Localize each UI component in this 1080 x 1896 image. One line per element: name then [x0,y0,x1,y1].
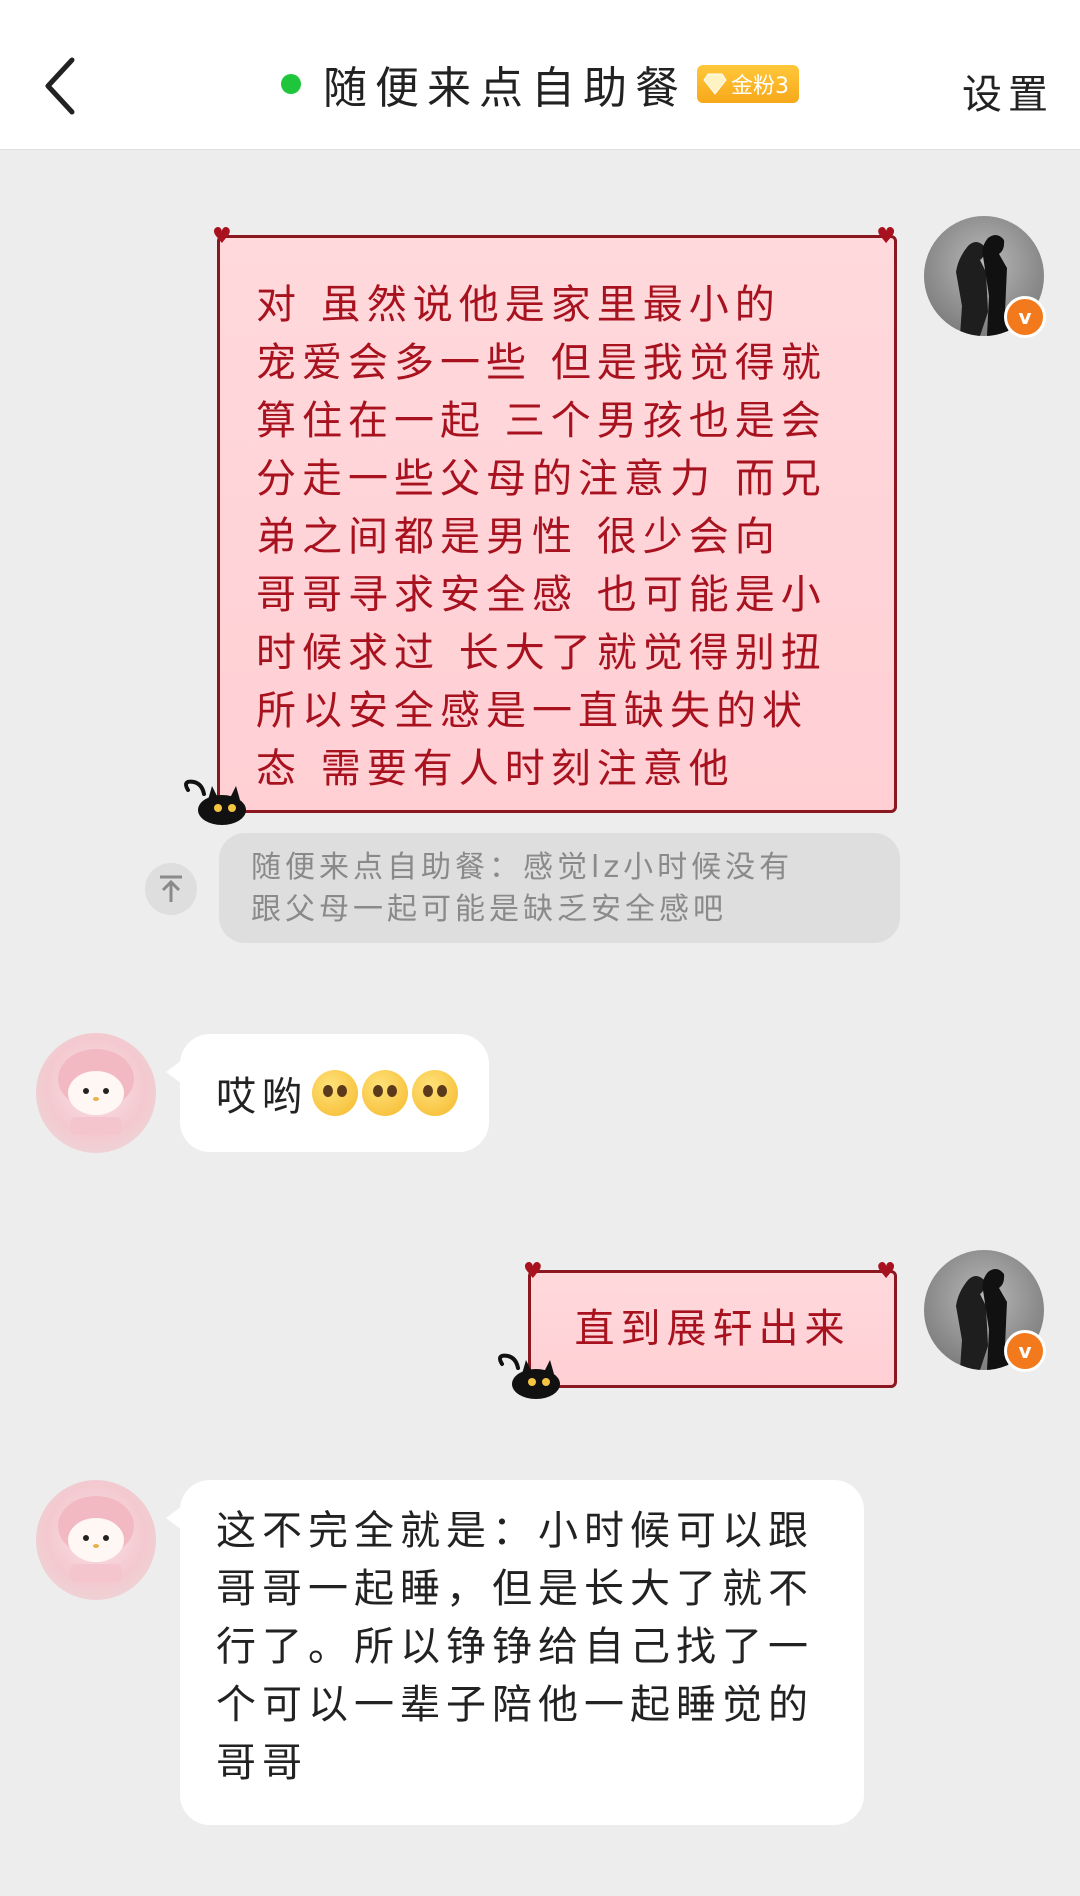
other-avatar[interactable] [36,1033,156,1153]
pleading-face-emoji [412,1070,458,1116]
verified-badge-icon: v [1004,296,1046,338]
message-card-4[interactable]: ♥ ♥ 直到展轩出来 [523,1261,897,1388]
message-line: 分走一些父母的注意力 而兄 [256,456,827,502]
message-line: 个可以一辈子陪他一起睡觉的 [216,1682,814,1728]
gem-icon [703,73,727,95]
message-line: 时候求过 长大了就觉得别扭 [256,630,827,676]
heart-icon: ♥ [876,224,902,249]
quoted-message[interactable]: 随便来点自助餐：感觉lz小时候没有 跟父母一起可能是缺乏安全感吧 [219,833,900,943]
message-line: 态 需要有人时刻注意他 [256,746,735,792]
fan-badge-label: 金粉3 [731,74,789,99]
black-cat-sticker-icon [498,1353,560,1399]
heart-icon: ♥ [876,1259,902,1284]
message-line: 弟之间都是男性 很少会向 [256,514,781,560]
settings-button[interactable]: 设置 [962,62,1054,120]
fan-level-badge: 金粉3 [697,65,799,103]
other-avatar[interactable] [36,1480,156,1600]
chat-header: 随便来点自助餐 金粉3 设置 [0,0,1080,150]
message-line: 哥哥 [216,1740,308,1786]
message-bubble-3[interactable]: 哎哟 [166,1034,489,1152]
pleading-face-emoji [362,1070,408,1116]
message-line: 所以安全感是一直缺失的状 [256,688,808,734]
quote-top-icon[interactable] [145,863,197,915]
message-line: 算住在一起 三个男孩也是会 [256,398,827,444]
message-bubble-5[interactable]: 这不完全就是：小时候可以跟 哥哥一起睡，但是长大了就不 行了。所以铮铮给自己找了… [166,1480,864,1825]
message-line: 对 虽然说他是家里最小的 [256,282,781,328]
quote-line: 随便来点自助餐：感觉lz小时候没有 [251,850,794,885]
heart-icon: ♥ [212,224,238,249]
verified-badge-icon: v [1004,1330,1046,1372]
pleading-face-emoji [312,1070,358,1116]
message-line: 行了。所以铮铮给自己找了一 [216,1624,814,1670]
message-text: 直到展轩出来 [574,1306,851,1352]
message-card-1[interactable]: ♥ ♥ 对 虽然说他是家里最小的 宠爱会多一些 但是我觉得就 算住在一起 三个男… [212,226,897,813]
heart-icon: ♥ [523,1259,549,1284]
chat-title: 随便来点自助餐 [323,63,687,114]
message-text: 哎哟 [216,1074,308,1120]
online-status-dot [281,74,301,94]
message-line: 哥哥一起睡，但是长大了就不 [216,1566,814,1612]
message-line: 哥哥寻求安全感 也可能是小 [256,572,827,618]
quote-line: 跟父母一起可能是缺乏安全感吧 [251,892,727,927]
message-line: 这不完全就是：小时候可以跟 [216,1508,814,1554]
melody-plush-image [58,1496,134,1582]
black-cat-sticker-icon [184,779,246,825]
message-line: 宠爱会多一些 但是我觉得就 [256,340,827,386]
chat-title-area[interactable]: 随便来点自助餐 金粉3 [0,52,1080,116]
melody-plush-image [58,1049,134,1135]
